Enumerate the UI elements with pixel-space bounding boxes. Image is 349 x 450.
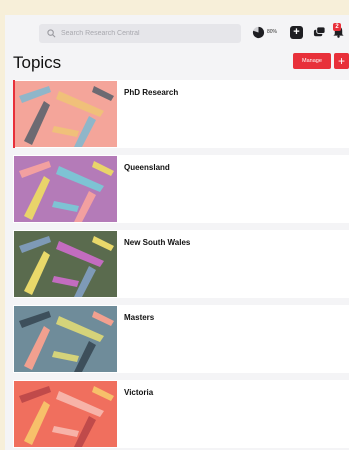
chat-icon[interactable] xyxy=(313,26,326,39)
topic-list: PhD Research Queensland New South Wales Mas… xyxy=(13,80,349,450)
notification-badge: 2 xyxy=(333,23,341,31)
topic-title: New South Wales xyxy=(124,238,191,247)
topic-card[interactable]: Victoria xyxy=(13,380,349,448)
topic-title: Queensland xyxy=(124,163,170,172)
add-topic-button[interactable]: + xyxy=(334,53,349,69)
topic-title: Masters xyxy=(124,313,155,322)
topic-thumbnail xyxy=(14,381,117,447)
search-icon xyxy=(47,29,56,38)
topic-card[interactable]: Queensland xyxy=(13,155,349,223)
topic-thumbnail xyxy=(14,156,117,222)
topic-thumbnail xyxy=(14,231,117,297)
topic-title: Victoria xyxy=(124,388,154,397)
manage-button[interactable]: Manage xyxy=(293,53,331,69)
page-header: Topics Manage + xyxy=(5,51,349,81)
topic-card[interactable]: Masters xyxy=(13,305,349,373)
topic-thumbnail xyxy=(14,306,117,372)
search-input[interactable] xyxy=(61,30,231,37)
search-box[interactable] xyxy=(39,24,241,43)
add-icon[interactable]: + xyxy=(290,26,303,39)
topic-title: PhD Research xyxy=(124,88,179,97)
topic-card[interactable]: New South Wales xyxy=(13,230,349,298)
progress-label: 80% xyxy=(267,29,278,35)
topic-card[interactable]: PhD Research xyxy=(13,80,349,148)
top-bar: 80% + 2 xyxy=(5,15,349,51)
topic-thumbnail xyxy=(14,81,117,147)
app-panel: 80% + 2 Topics Manage + PhD Research Quee… xyxy=(5,15,349,450)
progress-gauge-icon[interactable] xyxy=(252,26,265,39)
page-title: Topics xyxy=(13,53,62,72)
